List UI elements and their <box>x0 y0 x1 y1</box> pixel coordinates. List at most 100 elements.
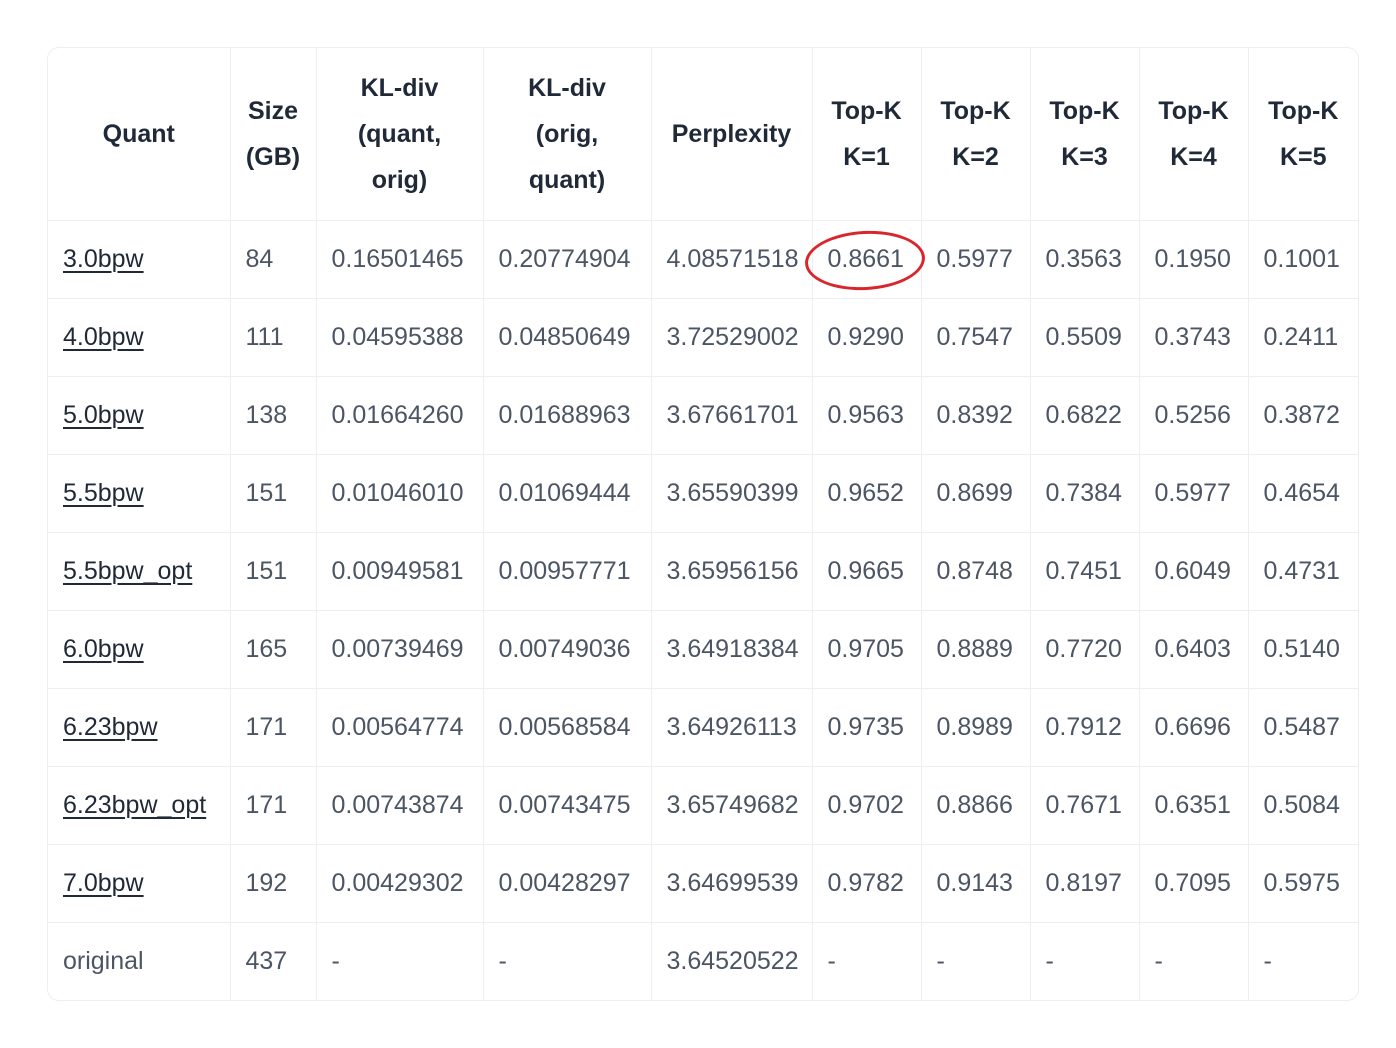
value-cell-kl-div-quant-orig: 0.00739469 <box>316 610 484 689</box>
value-cell-top-k-2: 0.8748 <box>921 532 1031 611</box>
cell-value: 0.9735 <box>827 713 904 741</box>
column-header-text: Top-K <box>1049 97 1120 125</box>
quant-link[interactable]: 6.23bpw <box>63 713 158 741</box>
cell-value: 0.7095 <box>1154 869 1231 897</box>
column-header-text: Quant <box>102 120 175 148</box>
column-header-text: K=3 <box>1061 143 1108 171</box>
quant-link[interactable]: 5.5bpw <box>63 479 144 507</box>
cell-value: 0.6049 <box>1154 557 1231 585</box>
value-cell-top-k-5: 0.4731 <box>1248 532 1358 611</box>
cell-value: 0.00743874 <box>331 791 464 819</box>
cell-value: 0.7671 <box>1045 791 1122 819</box>
value-cell-kl-div-orig-quant: - <box>483 922 652 1000</box>
value-cell-size: 151 <box>230 454 317 533</box>
cell-value: 0.3872 <box>1263 401 1340 429</box>
value-cell-top-k-1: 0.9290 <box>812 298 922 377</box>
value-cell-kl-div-quant-orig: 0.00564774 <box>316 688 484 767</box>
cell-value: 3.65956156 <box>666 557 799 585</box>
value-cell-top-k-1: 0.9735 <box>812 688 922 767</box>
cell-value: - <box>1154 947 1163 975</box>
value-cell-perplexity: 4.08571518 <box>651 220 813 299</box>
quant-link[interactable]: 5.5bpw_opt <box>63 557 192 585</box>
cell-value: 151 <box>245 479 288 507</box>
cell-value: 0.1950 <box>1154 245 1231 273</box>
cell-value: 0.2411 <box>1263 323 1339 351</box>
value-cell-top-k-5: 0.5140 <box>1248 610 1358 689</box>
quant-link[interactable]: 5.0bpw <box>63 401 144 429</box>
value-cell-top-k-1: 0.9563 <box>812 376 922 455</box>
value-cell-top-k-2: 0.7547 <box>921 298 1031 377</box>
quant-cell[interactable]: 4.0bpw <box>48 298 231 377</box>
cell-value: 192 <box>245 869 288 897</box>
cell-value: 0.5977 <box>936 245 1013 273</box>
value-cell-kl-div-orig-quant: 0.04850649 <box>483 298 652 377</box>
column-header-top-k-2: Top-K K=2 <box>921 48 1031 221</box>
cell-value: 0.7547 <box>936 323 1013 351</box>
value-cell-kl-div-quant-orig: - <box>316 922 484 1000</box>
quant-link[interactable]: 6.0bpw <box>63 635 144 663</box>
value-cell-kl-div-quant-orig: 0.04595388 <box>316 298 484 377</box>
value-cell-size: 84 <box>230 220 317 299</box>
value-cell-top-k-3: 0.7671 <box>1030 766 1140 845</box>
cell-value: 0.6696 <box>1154 713 1231 741</box>
value-cell-kl-div-orig-quant: 0.01069444 <box>483 454 652 533</box>
quant-cell[interactable]: 6.23bpw_opt <box>48 766 231 845</box>
column-header-text: Top-K <box>1158 97 1229 125</box>
cell-value: 0.4654 <box>1263 479 1340 507</box>
cell-value: 3.64926113 <box>666 713 797 741</box>
cell-value: 0.4731 <box>1263 557 1340 585</box>
value-cell-top-k-3: 0.5509 <box>1030 298 1140 377</box>
value-cell-top-k-3: 0.7384 <box>1030 454 1140 533</box>
cell-value: 0.01688963 <box>498 401 631 429</box>
cell-value: 3.65749682 <box>666 791 799 819</box>
cell-value: - <box>1045 947 1054 975</box>
cell-value: 3.64520522 <box>666 947 799 975</box>
cell-value: 0.9665 <box>827 557 904 585</box>
table-row: 6.23bpw 171 0.00564774 0.00568584 3.64926113… <box>48 688 1358 767</box>
column-header-text: K=4 <box>1170 143 1217 171</box>
cell-value: 0.20774904 <box>498 245 631 273</box>
column-header-text: (orig, <box>535 120 599 148</box>
value-cell-kl-div-quant-orig: 0.00429302 <box>316 844 484 923</box>
cell-value: 0.3743 <box>1154 323 1231 351</box>
cell-value: 0.5256 <box>1154 401 1231 429</box>
cell-value: 0.5975 <box>1263 869 1340 897</box>
cell-value: - <box>498 947 507 975</box>
value-cell-top-k-4: 0.6049 <box>1139 532 1249 611</box>
cell-value: 111 <box>245 323 284 351</box>
cell-value: 84 <box>245 245 274 273</box>
quant-cell[interactable]: 6.23bpw <box>48 688 231 767</box>
value-cell-kl-div-quant-orig: 0.16501465 <box>316 220 484 299</box>
cell-value: - <box>936 947 945 975</box>
cell-value: 0.7720 <box>1045 635 1122 663</box>
quant-cell: original <box>48 922 231 1000</box>
value-cell-top-k-2: 0.8889 <box>921 610 1031 689</box>
cell-value: 0.5487 <box>1263 713 1340 741</box>
cell-value: 0.00739469 <box>331 635 464 663</box>
quant-cell[interactable]: 3.0bpw <box>48 220 231 299</box>
cell-value: 0.7912 <box>1045 713 1122 741</box>
quant-link[interactable]: 6.23bpw_opt <box>63 791 206 819</box>
cell-value: 0.04595388 <box>331 323 464 351</box>
quant-cell[interactable]: 6.0bpw <box>48 610 231 689</box>
table-row: 5.0bpw 138 0.01664260 0.01688963 3.67661701 0… <box>48 376 1358 455</box>
quant-cell[interactable]: 7.0bpw <box>48 844 231 923</box>
column-header-text: KL-div <box>528 74 606 102</box>
cell-value: 0.7451 <box>1045 557 1122 585</box>
quant-link[interactable]: 3.0bpw <box>63 245 144 273</box>
quant-link[interactable]: 7.0bpw <box>63 869 144 897</box>
quant-cell[interactable]: 5.0bpw <box>48 376 231 455</box>
value-cell-perplexity: 3.65749682 <box>651 766 813 845</box>
column-header-text: orig) <box>371 166 428 194</box>
quant-cell[interactable]: 5.5bpw <box>48 454 231 533</box>
value-cell-kl-div-quant-orig: 0.00949581 <box>316 532 484 611</box>
cell-value: 0.01664260 <box>331 401 464 429</box>
value-cell-top-k-3: - <box>1030 922 1140 1000</box>
column-header-kl-div-orig-quant: KL-div (orig, quant) <box>483 48 652 221</box>
quant-link[interactable]: 4.0bpw <box>63 323 144 351</box>
quant-cell[interactable]: 5.5bpw_opt <box>48 532 231 611</box>
value-cell-kl-div-orig-quant: 0.00428297 <box>483 844 652 923</box>
value-cell-top-k-1: 0.9665 <box>812 532 922 611</box>
cell-value: 151 <box>245 557 288 585</box>
column-header-top-k-1: Top-K K=1 <box>812 48 922 221</box>
